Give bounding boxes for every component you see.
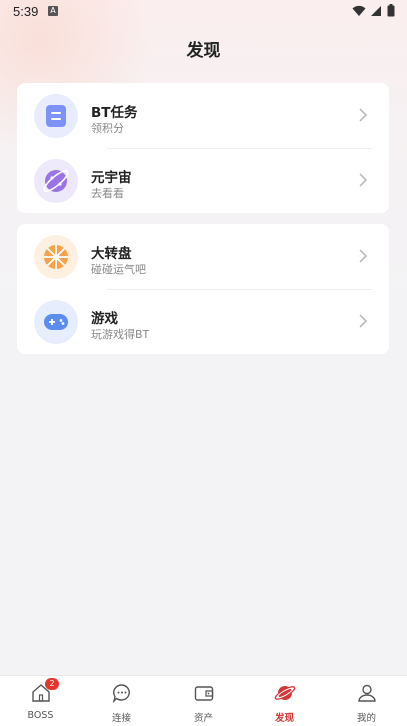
- tab-label: 资产: [193, 713, 213, 724]
- wallet-icon: [194, 686, 214, 701]
- page-title: 发现: [186, 41, 221, 61]
- status-icons: [352, 4, 395, 17]
- tab-connect[interactable]: 连接: [81, 676, 162, 726]
- notification-icon: A: [48, 6, 58, 16]
- bottom-tab-bar: 2 BOSS 连接 资产 发现 我的: [0, 675, 407, 726]
- item-subtitle: 领积分: [91, 122, 124, 135]
- tab-label: 我的: [356, 713, 376, 724]
- tab-profile[interactable]: 我的: [326, 676, 407, 726]
- signal-icon: [371, 5, 381, 16]
- item-subtitle: 碰碰运气吧: [91, 263, 146, 276]
- item-title: 游戏: [91, 311, 118, 327]
- chat-bubble-icon: [112, 684, 130, 704]
- chevron-right-icon: [359, 108, 368, 122]
- user-icon: [358, 684, 376, 702]
- battery-icon: [387, 4, 395, 17]
- tab-label: 连接: [111, 713, 131, 724]
- chevron-right-icon: [359, 249, 368, 263]
- tab-boss[interactable]: 2 BOSS: [0, 676, 81, 726]
- list-item-bt-task[interactable]: BT任务 领积分: [17, 83, 389, 148]
- item-title: BT任务: [91, 105, 138, 121]
- item-subtitle: 玩游戏得BT: [91, 328, 150, 341]
- item-title: 大转盘: [91, 246, 132, 262]
- chevron-right-icon: [359, 173, 368, 187]
- chevron-right-icon: [359, 314, 368, 328]
- planet-icon: [274, 686, 296, 700]
- list-item-lucky-wheel[interactable]: 大转盘 碰碰运气吧: [17, 224, 389, 289]
- task-list-icon: [34, 94, 78, 138]
- planet-icon: [34, 159, 78, 203]
- gamepad-icon: [34, 300, 78, 344]
- wheel-icon: [34, 235, 78, 279]
- tab-discover[interactable]: 发现: [244, 676, 325, 726]
- item-title: 元宇宙: [91, 170, 132, 186]
- status-bar: 5:39 A: [0, 0, 407, 24]
- list-item-game[interactable]: 游戏 玩游戏得BT: [17, 289, 389, 354]
- notification-badge: 2: [45, 678, 59, 690]
- tab-label: 发现: [274, 713, 294, 724]
- discover-card-1: BT任务 领积分 元宇宙 去看看: [17, 83, 389, 213]
- wifi-icon: [352, 5, 366, 16]
- item-subtitle: 去看看: [91, 187, 124, 200]
- list-item-metaverse[interactable]: 元宇宙 去看看: [17, 148, 389, 213]
- tab-assets[interactable]: 资产: [163, 676, 244, 726]
- status-time: 5:39: [13, 4, 39, 19]
- tab-label: BOSS: [27, 710, 54, 721]
- discover-card-2: 大转盘 碰碰运气吧 游戏 玩游戏得BT: [17, 224, 389, 354]
